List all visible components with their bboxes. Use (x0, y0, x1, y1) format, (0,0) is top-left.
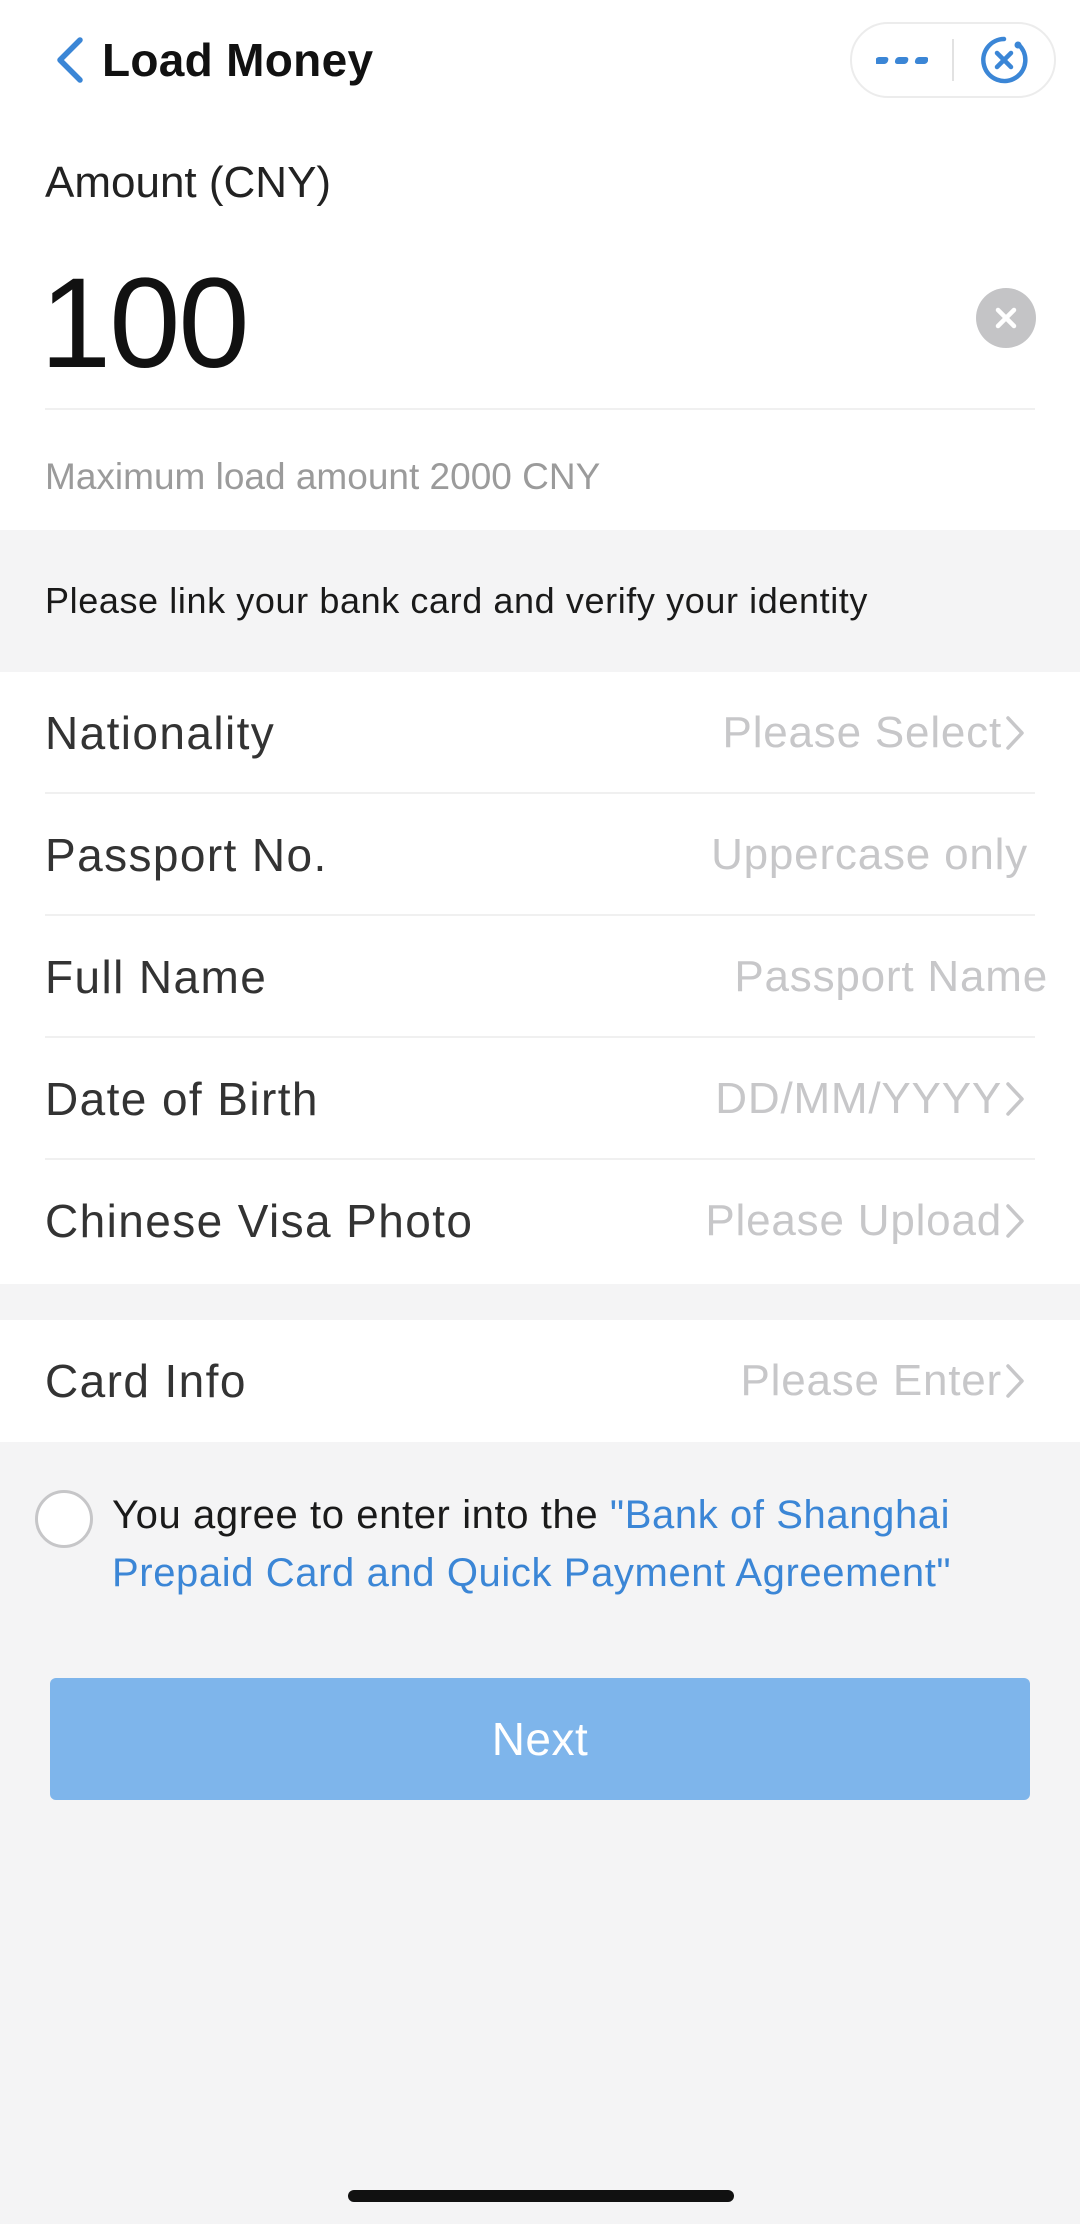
more-dots-icon (876, 57, 928, 64)
chevron-right-icon (1006, 1204, 1024, 1238)
card-form: Card Info Please Enter (0, 1320, 1080, 1442)
dob-value: DD/MM/YYYY (715, 1074, 1002, 1123)
link-card-notice: Please link your bank card and verify yo… (45, 580, 869, 621)
nav-header: Load Money (0, 0, 1080, 128)
card-info-value: Please Enter (740, 1356, 1002, 1405)
passport-input[interactable] (568, 794, 1028, 916)
max-amount-note: Maximum load amount 2000 CNY (45, 456, 601, 497)
dob-row[interactable]: Date of Birth DD/MM/YYYY (0, 1038, 1080, 1160)
clear-icon (995, 307, 1017, 329)
chevron-left-icon (57, 37, 83, 83)
more-button[interactable] (852, 24, 952, 96)
miniprogram-capsule (850, 22, 1056, 98)
card-info-label: Card Info (45, 1355, 247, 1407)
close-miniprogram-button[interactable] (954, 24, 1054, 96)
chevron-right-icon (1006, 1364, 1024, 1398)
chevron-right-icon (1006, 1082, 1024, 1116)
identity-form: Nationality Please Select Passport No. F… (0, 672, 1080, 1284)
nationality-label: Nationality (45, 707, 276, 759)
amount-section: Amount (CNY) Maximum load amount 2000 CN… (0, 128, 1080, 530)
visa-photo-row[interactable]: Chinese Visa Photo Please Upload (0, 1160, 1080, 1282)
passport-label: Passport No. (45, 829, 328, 881)
nationality-value: Please Select (722, 708, 1002, 757)
amount-label: Amount (CNY) (45, 158, 332, 207)
next-button[interactable]: Next (50, 1678, 1030, 1800)
visa-photo-value: Please Upload (705, 1196, 1002, 1245)
chevron-right-icon (1006, 716, 1024, 750)
full-name-row: Full Name (0, 916, 1080, 1038)
load-money-page: Load Money Amount (CNY) 100 Maximum load… (0, 0, 1080, 2224)
close-target-icon (981, 36, 1028, 84)
back-button[interactable] (44, 30, 94, 90)
clear-amount-button[interactable] (976, 288, 1036, 348)
visa-photo-label: Chinese Visa Photo (45, 1195, 474, 1247)
agreement-prefix: You agree to enter into the (112, 1493, 610, 1537)
card-info-row[interactable]: Card Info Please Enter (0, 1320, 1080, 1442)
home-indicator (348, 2190, 734, 2202)
agreement-checkbox[interactable] (35, 1490, 93, 1548)
passport-row: Passport No. (0, 794, 1080, 916)
page-title: Load Money (102, 34, 374, 86)
amount-divider (45, 408, 1035, 410)
dob-label: Date of Birth (45, 1073, 319, 1125)
amount-input[interactable] (40, 248, 940, 398)
agreement-text: You agree to enter into the "Bank of Sha… (112, 1486, 1012, 1602)
nationality-row[interactable]: Nationality Please Select (0, 672, 1080, 794)
full-name-label: Full Name (45, 951, 268, 1003)
full-name-input[interactable] (588, 916, 1048, 1038)
